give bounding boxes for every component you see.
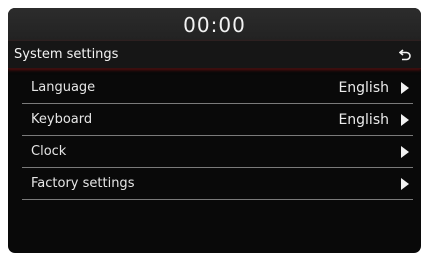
menu-item-right xyxy=(401,177,413,190)
chevron-right-icon xyxy=(401,81,409,94)
menu-item-factory-settings[interactable]: Factory settings xyxy=(22,168,413,200)
chevron-right-icon xyxy=(401,113,409,126)
settings-menu: Language English Keyboard English Clock … xyxy=(8,72,421,200)
menu-item-label: Language xyxy=(31,80,96,95)
menu-item-value: English xyxy=(338,79,389,96)
menu-item-language[interactable]: Language English xyxy=(22,72,413,104)
clock-time: 00:00 xyxy=(183,12,246,37)
menu-item-keyboard[interactable]: Keyboard English xyxy=(22,104,413,136)
page-title: System settings xyxy=(14,47,119,62)
chevron-right-icon xyxy=(401,177,409,190)
menu-item-right xyxy=(401,145,413,158)
menu-item-label: Clock xyxy=(31,144,67,159)
menu-item-right: English xyxy=(338,80,413,96)
menu-item-clock[interactable]: Clock xyxy=(22,136,413,168)
chevron-right-icon xyxy=(401,145,409,158)
back-button[interactable] xyxy=(397,47,413,63)
menu-item-value: English xyxy=(338,111,389,128)
page-header: System settings xyxy=(8,41,421,69)
menu-item-label: Keyboard xyxy=(31,112,93,127)
menu-item-right: English xyxy=(338,112,413,128)
status-bar: 00:00 xyxy=(8,8,421,41)
device-screen: 00:00 System settings Language English K… xyxy=(8,8,421,253)
menu-item-label: Factory settings xyxy=(31,176,135,191)
back-arrow-icon xyxy=(399,48,411,60)
